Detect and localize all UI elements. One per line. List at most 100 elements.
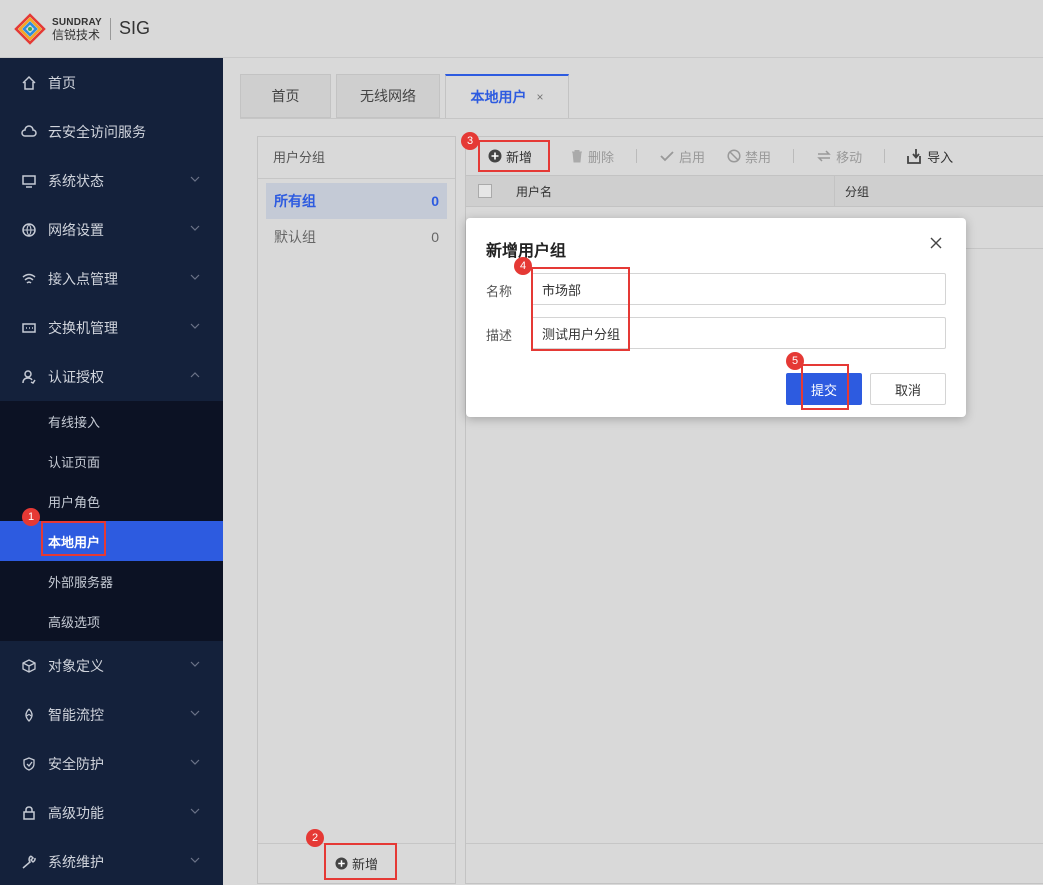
user-auth-icon xyxy=(20,368,38,386)
delete-button[interactable]: 删除 xyxy=(570,147,614,166)
sidebar-item-maintenance[interactable]: 系统维护 xyxy=(0,837,223,885)
chevron-down-icon xyxy=(190,759,200,765)
brand-logo: SUNDRAY 信锐技术 SIG xyxy=(14,12,150,45)
main-area: 首页 无线网络 本地用户 × 用户分组 所有组 0 默认组 0 新增 新增 删除… xyxy=(223,58,1043,885)
group-count: 0 xyxy=(431,229,439,245)
toolbar-label: 移动 xyxy=(836,149,863,165)
sidebar-item-switch-management[interactable]: 交换机管理 xyxy=(0,303,223,352)
annotation-badge: 3 xyxy=(461,132,479,150)
description-label: 描述 xyxy=(486,328,513,343)
check-icon xyxy=(659,149,675,163)
toolbar-divider xyxy=(884,149,886,163)
sidebar-item-home[interactable]: 首页 xyxy=(0,58,223,107)
chevron-down-icon xyxy=(190,857,200,863)
group-name: 所有组 xyxy=(274,193,316,209)
sidebar-item-auth[interactable]: 认证授权 xyxy=(0,352,223,401)
add-group-button[interactable]: 新增 xyxy=(258,843,455,883)
shield-icon xyxy=(20,755,38,773)
sidebar-item-label: 高级功能 xyxy=(48,804,104,821)
add-group-label: 新增 xyxy=(351,857,378,872)
chevron-down-icon xyxy=(190,274,200,280)
brand-name-cn: 信锐技术 xyxy=(52,27,101,42)
sidebar-item-label: 云安全访问服务 xyxy=(48,123,146,140)
tab-bar: 首页 无线网络 本地用户 × xyxy=(240,74,574,118)
plus-circle-icon xyxy=(335,857,348,870)
annotation-badge: 4 xyxy=(514,257,532,275)
sidebar-item-label: 首页 xyxy=(48,74,76,91)
import-button[interactable]: 导入 xyxy=(907,147,953,166)
tab-wireless[interactable]: 无线网络 xyxy=(336,74,440,118)
lock-icon xyxy=(20,804,38,822)
group-description-input[interactable]: 测试用户分组 xyxy=(531,317,946,349)
flow-icon xyxy=(20,706,38,724)
chevron-down-icon xyxy=(190,710,200,716)
toolbar-divider xyxy=(636,149,638,163)
product-name: SIG xyxy=(118,18,150,38)
sidebar-subitem-wired-access[interactable]: 有线接入 xyxy=(0,401,223,441)
toolbar-label: 删除 xyxy=(588,149,615,165)
tab-local-users[interactable]: 本地用户 × xyxy=(445,74,569,118)
sidebar-item-label: 接入点管理 xyxy=(48,270,118,287)
chevron-down-icon xyxy=(190,808,200,814)
sidebar-item-ap-management[interactable]: 接入点管理 xyxy=(0,254,223,303)
chevron-down-icon xyxy=(190,323,200,329)
sundray-logo-icon xyxy=(14,12,46,45)
switch-icon xyxy=(20,319,38,337)
toolbar-label: 启用 xyxy=(679,149,706,165)
close-icon[interactable] xyxy=(928,235,944,251)
chevron-down-icon xyxy=(190,176,200,182)
sidebar-item-label: 系统状态 xyxy=(48,172,104,189)
add-user-button[interactable]: 新增 xyxy=(488,147,532,166)
wifi-icon xyxy=(20,270,38,288)
select-all-checkbox[interactable] xyxy=(478,184,492,198)
brand-name-en: SUNDRAY xyxy=(52,16,102,28)
tab-label: 首页 xyxy=(271,88,300,104)
annotation-badge: 1 xyxy=(22,508,40,526)
group-panel-title: 用户分组 xyxy=(258,137,455,179)
enable-button[interactable]: 启用 xyxy=(659,147,705,166)
group-row-default[interactable]: 默认组 0 xyxy=(266,219,447,255)
sidebar-item-label: 网络设置 xyxy=(48,221,104,238)
column-header-group[interactable]: 分组 xyxy=(845,183,869,200)
sidebar-item-flow-control[interactable]: 智能流控 xyxy=(0,690,223,739)
annotation-badge: 2 xyxy=(306,829,324,847)
tab-close-icon[interactable]: × xyxy=(536,90,543,104)
column-divider xyxy=(834,175,835,207)
sidebar-subitem-auth-page[interactable]: 认证页面 xyxy=(0,441,223,481)
group-name: 默认组 xyxy=(274,229,316,245)
name-label: 名称 xyxy=(486,284,513,299)
chevron-down-icon xyxy=(190,225,200,231)
wrench-icon xyxy=(20,853,38,871)
sidebar: 首页 云安全访问服务 系统状态 网络设置 接入点管理 交换机管理 认证授权 有线… xyxy=(0,58,223,885)
move-button[interactable]: 移动 xyxy=(816,147,862,166)
sidebar-item-cloud-access[interactable]: 云安全访问服务 xyxy=(0,107,223,156)
toolbar-divider xyxy=(793,149,795,163)
sidebar-item-security[interactable]: 安全防护 xyxy=(0,739,223,788)
sidebar-subitem-local-users[interactable]: 本地用户 xyxy=(0,521,223,561)
globe-icon xyxy=(20,221,38,239)
submit-button[interactable]: 提交 xyxy=(786,373,862,405)
sidebar-item-system-status[interactable]: 系统状态 xyxy=(0,156,223,205)
ban-icon xyxy=(727,149,741,163)
toolbar-label: 导入 xyxy=(927,149,954,165)
sidebar-item-label: 系统维护 xyxy=(48,853,104,870)
group-row-all[interactable]: 所有组 0 xyxy=(266,183,447,219)
tab-label: 本地用户 xyxy=(470,89,527,105)
group-name-input[interactable]: 市场部 xyxy=(531,273,946,305)
table-footer xyxy=(466,843,1043,883)
sidebar-subitem-external-servers[interactable]: 外部服务器 xyxy=(0,561,223,601)
sidebar-item-label: 交换机管理 xyxy=(48,319,118,336)
user-toolbar: 新增 删除 启用 禁用 移动 导入 xyxy=(466,137,1043,175)
disable-button[interactable]: 禁用 xyxy=(727,147,771,166)
sidebar-item-advanced[interactable]: 高级功能 xyxy=(0,788,223,837)
monitor-icon xyxy=(20,172,38,190)
column-header-username[interactable]: 用户名 xyxy=(516,183,834,200)
tab-home[interactable]: 首页 xyxy=(240,74,331,118)
app-header: SUNDRAY 信锐技术 SIG xyxy=(0,0,1043,58)
sidebar-subitem-advanced-options[interactable]: 高级选项 xyxy=(0,601,223,641)
sidebar-item-object-definition[interactable]: 对象定义 xyxy=(0,641,223,690)
sidebar-item-network[interactable]: 网络设置 xyxy=(0,205,223,254)
table-header: 用户名 分组 xyxy=(466,175,1043,207)
group-count: 0 xyxy=(431,193,439,209)
cancel-button[interactable]: 取消 xyxy=(870,373,946,405)
